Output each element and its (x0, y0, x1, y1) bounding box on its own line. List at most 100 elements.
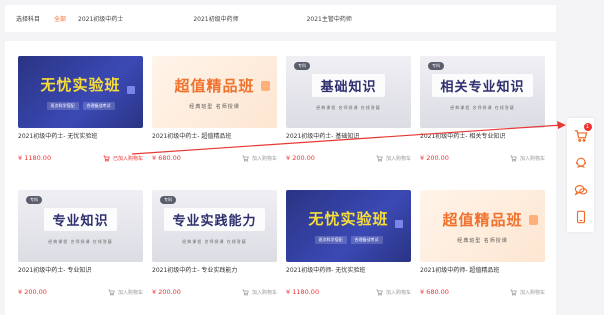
add-to-cart-button[interactable]: 加入购物车 (510, 155, 545, 162)
banner-chips: 班次科学搭配 合理备战考试 (46, 102, 115, 110)
course-card[interactable]: 专科 相关专业知识 经典课程 名师授课 在线答疑 2021初级中药士- 相关专业知识 ¥… (420, 56, 545, 162)
course-banner[interactable]: 超值精品班经典班型 名师授课 (152, 56, 277, 128)
banner-headline: 基础知识 (312, 73, 385, 97)
course-price: ¥ 200.00 (18, 288, 47, 296)
course-price: ¥ 1180.00 (286, 288, 320, 296)
filter-option-pharmacy-assistant[interactable]: 2021初级中药士 (78, 14, 123, 23)
course-title[interactable]: 2021初级中药士- 无忧实验班 (18, 131, 143, 141)
banner-subtitle: 经典课程 名师授课 在线答疑 (316, 104, 381, 110)
play-icon (529, 215, 538, 225)
course-title[interactable]: 2021初级中药师- 超值精品班 (420, 265, 545, 275)
banner-chip: 班次科学搭配 (314, 236, 347, 244)
course-meta: ¥ 1180.00 已加入购物车 (18, 154, 143, 162)
course-price: ¥ 680.00 (420, 288, 449, 296)
banner-subtitle: 经典课程 名师授课 在线答疑 (450, 104, 515, 110)
course-title[interactable]: 2021初级中药士- 相关专业知识 (420, 131, 545, 141)
banner-headline: 无忧实验班 (308, 210, 389, 228)
add-to-cart-button[interactable]: 加入购物车 (376, 289, 411, 296)
phone-icon[interactable] (574, 209, 588, 224)
course-banner[interactable]: 专科 专业知识经典课程 名师授课 在线答疑 (18, 190, 143, 262)
cart-icon (242, 155, 252, 162)
banner-headline: 专业实践能力 (164, 207, 265, 231)
add-to-cart-label: 加入购物车 (117, 289, 143, 296)
cart-icon (376, 289, 386, 296)
floating-sidebar: 1 (567, 118, 594, 232)
cart-icon (108, 289, 118, 296)
course-title[interactable]: 2021初级中药士- 超值精品班 (152, 131, 277, 141)
course-banner[interactable]: 超值精品班经典班型 名师授课 (420, 190, 545, 262)
filter-label: 选择科目 (16, 16, 41, 23)
banner-subtitle: 经典课程 名师授课 在线答疑 (48, 238, 113, 244)
banner-chip: 合理备战考试 (350, 236, 383, 244)
course-price: ¥ 200.00 (152, 288, 181, 296)
cart-icon (242, 289, 252, 296)
course-price: ¥ 200.00 (286, 154, 315, 162)
course-card[interactable]: 超值精品班经典班型 名师授课 2021初级中药士- 超值精品班 ¥ 680.00 加入… (152, 56, 277, 162)
chat-icon[interactable] (574, 182, 588, 196)
course-title[interactable]: 2021初级中药师- 无忧实验班 (286, 265, 411, 275)
banner-chips: 班次科学搭配 合理备战考试 (314, 236, 383, 244)
cart-icon (510, 289, 520, 296)
course-card[interactable]: 无忧实验班班次科学搭配 合理备战考试 2021初级中药士- 无忧实验班 ¥ 1180.… (18, 56, 143, 162)
add-to-cart-label: 加入购物车 (385, 155, 411, 162)
course-card[interactable]: 专科 专业实践能力 经典课程 名师授课 在线答疑 2021初级中药士- 专业实践能力 ¥… (152, 190, 277, 296)
service-icon[interactable] (574, 155, 588, 169)
add-to-cart-label: 已加入购物车 (112, 155, 143, 162)
banner-headline: 超值精品班 (442, 210, 523, 229)
course-banner[interactable]: 无忧实验班班次科学搭配 合理备战考试 (18, 56, 143, 128)
course-card[interactable]: 无忧实验班班次科学搭配 合理备战考试 2021初级中药师- 无忧实验班 ¥ 1180.… (286, 190, 411, 296)
course-meta: ¥ 1180.00 加入购物车 (286, 288, 411, 296)
add-to-cart-label: 加入购物车 (385, 289, 411, 296)
course-title[interactable]: 2021初级中药士- 基础知识 (286, 131, 411, 141)
banner-headline: 超值精品班 (174, 76, 255, 95)
filter-option-all[interactable]: 全部 (54, 14, 66, 23)
filter-option-chief-pharmacist[interactable]: 2021主管中药师 (307, 14, 352, 23)
banner-tag: 专科 (428, 62, 444, 70)
banner-headline: 无忧实验班 (40, 76, 121, 94)
add-to-cart-label: 加入购物车 (251, 155, 277, 162)
add-to-cart-button[interactable]: 加入购物车 (108, 289, 143, 296)
course-grid: 无忧实验班 班次科学搭配 合理备战考试 2021初级中药士- 无忧实验班 ¥ 1180.… (5, 41, 556, 315)
course-card[interactable]: 专科 基础知识经典课程 名师授课 在线答疑 2021初级中药士- 基础知识 ¥ 200… (286, 56, 411, 162)
cart-icon (376, 155, 386, 162)
course-banner[interactable]: 无忧实验班班次科学搭配 合理备战考试 (286, 190, 411, 262)
course-meta: ¥ 200.00 加入购物车 (152, 288, 277, 296)
banner-chip: 班次科学搭配 (46, 102, 79, 110)
course-meta: ¥ 680.00 加入购物车 (152, 154, 277, 162)
cart-icon[interactable]: 1 (574, 123, 592, 142)
banner-subtitle: 经典班型 名师授课 (189, 103, 240, 110)
add-to-cart-button[interactable]: 加入购物车 (242, 289, 277, 296)
course-meta: ¥ 200.00 加入购物车 (286, 154, 411, 162)
course-price: ¥ 200.00 (420, 154, 449, 162)
banner-tag: 专科 (294, 62, 310, 70)
cart-icon (103, 155, 113, 162)
cart-badge: 1 (583, 123, 592, 131)
add-to-cart-button[interactable]: 加入购物车 (376, 155, 411, 162)
add-to-cart-button[interactable]: 加入购物车 (510, 289, 545, 296)
course-title[interactable]: 2021初级中药士- 专业知识 (18, 265, 143, 275)
filter-option-pharmacist[interactable]: 2021初级中药师 (193, 14, 238, 23)
course-title[interactable]: 2021初级中药士- 专业实践能力 (152, 265, 277, 275)
add-to-cart-button[interactable]: 加入购物车 (242, 155, 277, 162)
add-to-cart-label: 加入购物车 (519, 155, 545, 162)
play-icon (261, 81, 270, 91)
course-banner[interactable]: 专科 基础知识经典课程 名师授课 在线答疑 (286, 56, 411, 128)
play-icon (127, 86, 135, 94)
banner-subtitle: 经典班型 名师授课 (457, 237, 508, 244)
banner-headline: 专业知识 (44, 207, 117, 231)
course-card[interactable]: 超值精品班经典班型 名师授课 2021初级中药师- 超值精品班 ¥ 680.00 加入… (420, 190, 545, 296)
add-to-cart-button[interactable]: 已加入购物车 (103, 155, 143, 162)
course-banner[interactable]: 专科 专业实践能力 经典课程 名师授课 在线答疑 (152, 190, 277, 262)
course-price: ¥ 1180.00 (18, 154, 52, 162)
banner-tag: 专科 (26, 196, 42, 204)
add-to-cart-label: 加入购物车 (251, 289, 277, 296)
play-icon (395, 220, 403, 228)
add-to-cart-label: 加入购物车 (519, 289, 545, 296)
banner-tag: 专科 (160, 196, 176, 204)
course-banner[interactable]: 专科 相关专业知识 经典课程 名师授课 在线答疑 (420, 56, 545, 128)
course-meta: ¥ 200.00 加入购物车 (420, 154, 545, 162)
course-meta: ¥ 200.00 加入购物车 (18, 288, 143, 296)
course-meta: ¥ 680.00 加入购物车 (420, 288, 545, 296)
subject-filter-bar: 选择科目 全部 2021初级中药士 2021初级中药师 2021主管中药师 (5, 5, 556, 32)
course-card[interactable]: 专科 专业知识经典课程 名师授课 在线答疑 2021初级中药士- 专业知识 ¥ 200… (18, 190, 143, 296)
